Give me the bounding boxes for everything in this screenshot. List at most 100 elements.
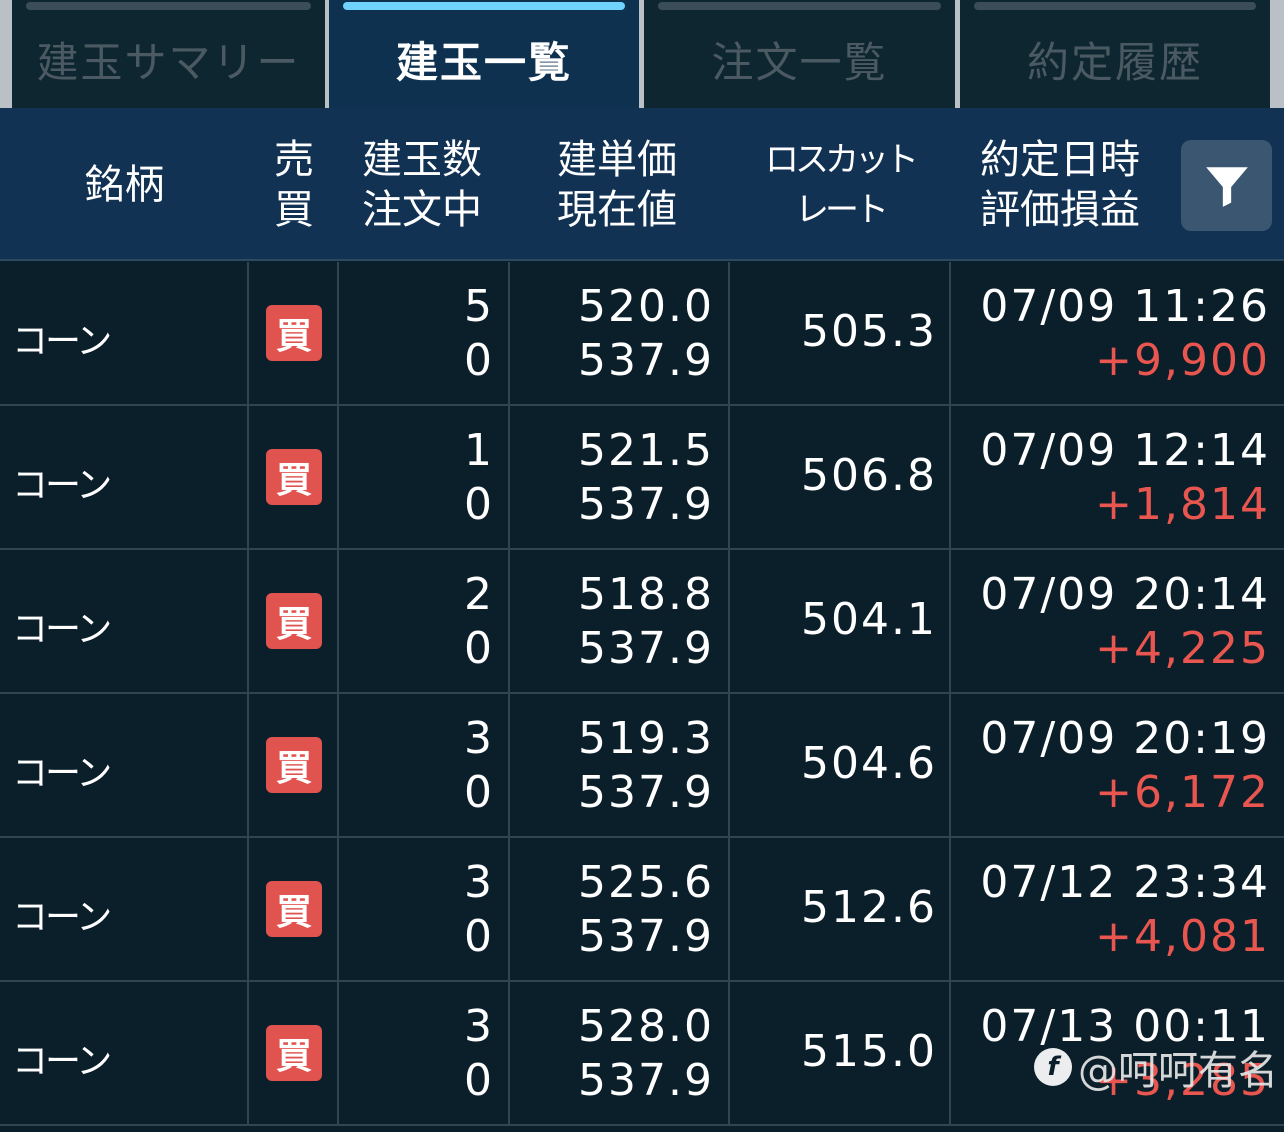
filter-button[interactable]	[1181, 140, 1272, 231]
symbol-name: コーン	[12, 321, 112, 362]
buy-badge: 買	[266, 593, 322, 649]
header-symbol-label: 銘柄	[84, 161, 165, 208]
cell-date: 07/09 11:26 +9,900	[951, 262, 1284, 404]
unrealized-pnl: +1,814	[1095, 479, 1270, 530]
header-open-price-label: 建単価	[557, 136, 677, 183]
tab-position-list[interactable]: 建玉一覧	[329, 0, 639, 108]
cell-price: 525.6 537.9	[510, 838, 730, 980]
current-price: 537.9	[578, 479, 714, 530]
buy-badge: 買	[266, 305, 322, 361]
header-losscut: ロスカット レート	[765, 108, 919, 261]
cell-qty: 30	[339, 982, 510, 1124]
execution-datetime: 07/12 23:34	[980, 857, 1270, 908]
tab-label: 建玉サマリー	[36, 37, 301, 87]
current-price: 537.9	[578, 911, 714, 962]
header-qty-label: 建玉数	[362, 136, 482, 183]
tab-indicator	[26, 2, 311, 10]
unrealized-pnl: +4,225	[1095, 623, 1270, 674]
cell-price: 521.5 537.9	[510, 406, 730, 548]
table-row[interactable]: コーン 買 30 519.3 537.9 504.6 07/09 20:19 +6,…	[0, 694, 1284, 838]
header-pnl-label: 評価損益	[980, 186, 1140, 233]
unrealized-pnl: +4,081	[1095, 911, 1270, 962]
pending-qty: 0	[464, 767, 494, 818]
cell-losscut: 506.8	[730, 406, 951, 548]
cell-date: 07/12 23:34 +4,081	[951, 838, 1284, 980]
cell-losscut: 512.6	[730, 838, 951, 980]
position-qty: 3	[464, 713, 494, 764]
header-side-buy: 買	[274, 186, 314, 233]
cell-symbol: コーン	[0, 982, 249, 1124]
symbol-name: コーン	[12, 1041, 112, 1082]
header-qty: 建玉数 注文中	[362, 108, 522, 261]
cell-date: 07/09 20:14 +4,225	[951, 550, 1284, 692]
pending-qty: 0	[464, 335, 494, 386]
cell-qty: 10	[339, 406, 510, 548]
position-qty: 5	[464, 281, 494, 332]
current-price: 537.9	[578, 767, 714, 818]
watermark-text: @呵呵有名	[1078, 1048, 1278, 1094]
execution-datetime: 07/09 12:14	[980, 425, 1270, 476]
table-row[interactable]: コーン 買 10 521.5 537.9 506.8 07/09 12:14 +1,…	[0, 406, 1284, 550]
execution-datetime: 07/09 11:26	[980, 281, 1270, 332]
symbol-name: コーン	[12, 897, 112, 938]
open-price: 525.6	[578, 857, 714, 908]
losscut-rate: 504.6	[801, 738, 937, 789]
header-side: 売 買	[249, 108, 339, 261]
header-rate-label: レート	[795, 189, 889, 230]
header-datetime-label: 約定日時	[980, 136, 1140, 183]
cell-losscut: 515.0	[730, 982, 951, 1124]
losscut-rate: 512.6	[801, 882, 937, 933]
execution-datetime: 07/09 20:14	[980, 569, 1270, 620]
cell-side: 買	[249, 694, 339, 836]
tab-order-list[interactable]: 注文一覧	[644, 0, 955, 108]
header-side-sell: 売	[274, 136, 314, 183]
pending-qty: 0	[464, 911, 494, 962]
table-header: 銘柄 売 買 建玉数 注文中 建単価 現在値 ロスカット レート 約定日時 評価…	[0, 108, 1284, 261]
cell-symbol: コーン	[0, 694, 249, 836]
cell-losscut: 504.1	[730, 550, 951, 692]
execution-datetime: 07/09 20:19	[980, 713, 1270, 764]
position-qty: 2	[464, 569, 494, 620]
buy-badge: 買	[266, 881, 322, 937]
current-price: 537.9	[578, 335, 714, 386]
cell-qty: 20	[339, 550, 510, 692]
tab-position-summary[interactable]: 建玉サマリー	[12, 0, 325, 108]
open-price: 518.8	[578, 569, 714, 620]
tab-label: 注文一覧	[711, 37, 888, 87]
tab-execution-history[interactable]: 約定履歴	[960, 0, 1270, 108]
position-qty: 3	[464, 857, 494, 908]
open-price: 521.5	[578, 425, 714, 476]
cell-date: 07/09 20:19 +6,172	[951, 694, 1284, 836]
pending-qty: 0	[464, 1055, 494, 1106]
unrealized-pnl: +6,172	[1095, 767, 1270, 818]
cell-qty: 30	[339, 838, 510, 980]
open-price: 519.3	[578, 713, 714, 764]
table-row[interactable]: コーン 買 30 525.6 537.9 512.6 07/12 23:34 +4,…	[0, 838, 1284, 982]
tab-label: 約定履歴	[1026, 37, 1203, 87]
losscut-rate: 504.1	[801, 594, 937, 645]
tab-indicator	[974, 2, 1256, 10]
cell-symbol: コーン	[0, 550, 249, 692]
cell-price: 528.0 537.9	[510, 982, 730, 1124]
current-price: 537.9	[578, 623, 714, 674]
symbol-name: コーン	[12, 753, 112, 794]
cell-price: 519.3 537.9	[510, 694, 730, 836]
table-row[interactable]: コーン 買 50 520.0 537.9 505.3 07/09 11:26 +9,…	[0, 262, 1284, 406]
buy-badge: 買	[266, 737, 322, 793]
open-price: 528.0	[578, 1001, 714, 1052]
buy-badge: 買	[266, 449, 322, 505]
losscut-rate: 506.8	[801, 450, 937, 501]
cell-qty: 30	[339, 694, 510, 836]
pending-qty: 0	[464, 623, 494, 674]
table-row[interactable]: コーン 買 20 518.8 537.9 504.1 07/09 20:14 +4,…	[0, 550, 1284, 694]
watermark-logo-icon: f	[1034, 1048, 1072, 1086]
cell-side: 買	[249, 982, 339, 1124]
cell-symbol: コーン	[0, 262, 249, 404]
cell-side: 買	[249, 550, 339, 692]
tab-indicator-active	[343, 2, 625, 10]
open-price: 520.0	[578, 281, 714, 332]
tab-indicator	[658, 2, 941, 10]
watermark: f @呵呵有名	[1034, 1038, 1278, 1096]
cell-side: 買	[249, 262, 339, 404]
cell-side: 買	[249, 838, 339, 980]
